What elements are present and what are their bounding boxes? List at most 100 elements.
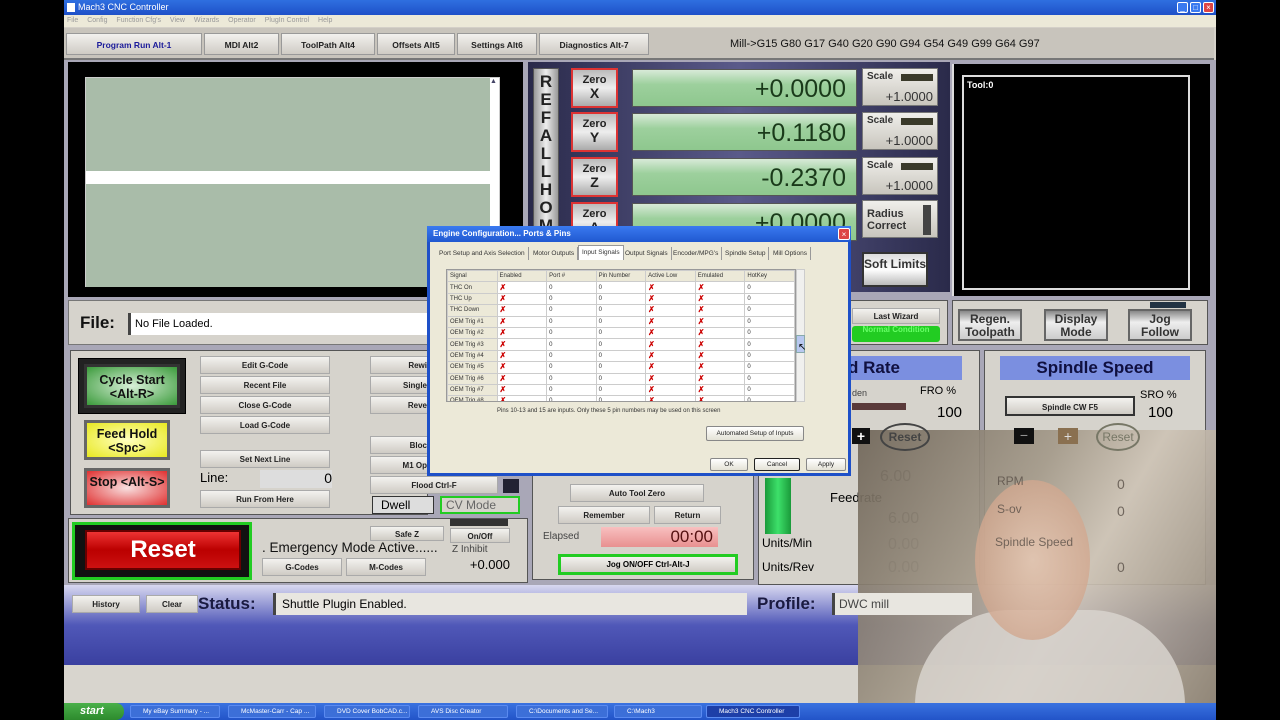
active-low-cell[interactable]: ✗ <box>645 395 696 401</box>
sro-value[interactable]: 100 <box>1148 404 1173 421</box>
emulated-cell[interactable]: ✗ <box>694 292 746 306</box>
table-row[interactable]: OEM Trig #1 ✗ 0 0 ✗ ✗ 0 <box>447 315 795 328</box>
zero-y-button[interactable]: Zero Y <box>571 112 618 152</box>
hotkey-cell[interactable]: 0 <box>744 349 795 363</box>
active-low-cell[interactable]: ✗ <box>645 349 696 363</box>
menu-plugin-control[interactable]: PlugIn Control <box>265 17 309 24</box>
regen-toolpath-button[interactable]: Regen. Toolpath <box>958 309 1022 341</box>
taskbar-item[interactable]: AVS Disc Creator <box>418 705 508 718</box>
dro-z[interactable]: -0.2370 <box>632 158 857 196</box>
active-low-cell[interactable]: ✗ <box>645 281 696 294</box>
cycle-start-button[interactable]: Cycle Start <Alt-R> <box>84 364 180 408</box>
hotkey-cell[interactable]: 0 <box>744 372 795 385</box>
scale-value[interactable]: +1.0000 <box>886 133 933 148</box>
zero-z-button[interactable]: Zero Z <box>571 157 618 197</box>
apply-button[interactable]: Apply <box>806 458 846 471</box>
cancel-button[interactable]: Cancel <box>754 458 800 471</box>
active-low-cell[interactable]: ✗ <box>645 372 696 385</box>
scale-value[interactable]: +1.0000 <box>886 89 933 104</box>
history-button[interactable]: History <box>72 595 140 613</box>
tab-encoder-mpgs[interactable]: Encoder/MPG's <box>670 247 723 260</box>
dialog-close-icon[interactable]: × <box>838 228 850 240</box>
port-cell[interactable]: 0 <box>546 292 597 306</box>
column-header[interactable]: Pin Number <box>595 270 647 283</box>
signal-cell[interactable]: OEM Trig #6 <box>447 372 498 385</box>
enabled-cell[interactable]: ✗ <box>496 292 548 306</box>
line-number-field[interactable]: 0 <box>260 470 332 488</box>
active-low-cell[interactable]: ✗ <box>645 383 696 397</box>
hotkey-cell[interactable]: 0 <box>744 281 795 294</box>
pin-cell[interactable]: 0 <box>595 338 647 351</box>
active-low-cell[interactable]: ✗ <box>645 315 696 328</box>
table-row[interactable]: THC Down ✗ 0 0 ✗ ✗ 0 <box>447 304 795 317</box>
start-button[interactable]: start <box>64 703 124 720</box>
menu-wizards[interactable]: Wizards <box>194 17 219 24</box>
automated-setup-button[interactable]: Automated Setup of Inputs <box>706 426 804 441</box>
sro-reset-button[interactable]: Reset <box>1096 423 1140 451</box>
active-low-cell[interactable]: ✗ <box>645 304 696 317</box>
last-wizard-button[interactable]: Last Wizard <box>852 308 940 324</box>
column-header[interactable]: Signal <box>447 270 498 283</box>
load-gcode-button[interactable]: Load G-Code <box>200 416 330 434</box>
hotkey-cell[interactable]: 0 <box>744 383 795 397</box>
signal-cell[interactable]: OEM Trig #4 <box>447 349 498 363</box>
port-cell[interactable]: 0 <box>546 315 597 328</box>
enabled-cell[interactable]: ✗ <box>496 395 548 401</box>
hotkey-cell[interactable]: 0 <box>744 361 795 374</box>
table-row[interactable]: THC Up ✗ 0 0 ✗ ✗ 0 <box>447 292 795 306</box>
pin-cell[interactable]: 0 <box>595 326 647 340</box>
emulated-cell[interactable]: ✗ <box>694 304 746 317</box>
pin-cell[interactable]: 0 <box>595 304 647 317</box>
display-mode-button[interactable]: Display Mode <box>1044 309 1108 341</box>
hotkey-cell[interactable]: 0 <box>744 292 795 306</box>
block-delete-button[interactable]: Bloc <box>370 436 430 454</box>
tab-diagnostics[interactable]: Diagnostics Alt-7 <box>539 33 649 55</box>
sro-minus-icon[interactable]: − <box>1014 428 1034 444</box>
pin-cell[interactable]: 0 <box>595 292 647 306</box>
set-next-line-button[interactable]: Set Next Line <box>200 450 330 468</box>
column-header[interactable]: HotKey <box>744 270 795 283</box>
port-cell[interactable]: 0 <box>546 361 597 374</box>
tab-mdi[interactable]: MDI Alt2 <box>204 33 279 55</box>
table-row[interactable]: THC On ✗ 0 0 ✗ ✗ 0 <box>447 281 795 294</box>
signal-cell[interactable]: OEM Trig #7 <box>447 383 498 397</box>
stop-button[interactable]: Stop <Alt-S> <box>84 468 170 508</box>
hotkey-cell[interactable]: 0 <box>744 315 795 328</box>
enabled-cell[interactable]: ✗ <box>496 338 548 351</box>
feed-hold-button[interactable]: Feed Hold <Spc> <box>84 420 170 460</box>
z-inhibit-toggle[interactable]: On/Off <box>450 528 510 543</box>
recent-file-button[interactable]: Recent File <box>200 376 330 394</box>
ok-button[interactable]: OK <box>710 458 748 471</box>
taskbar-item[interactable]: C:\Mach3 <box>614 705 702 718</box>
jog-toggle-button[interactable]: Jog ON/OFF Ctrl-Alt-J <box>558 554 738 575</box>
close-gcode-button[interactable]: Close G-Code <box>200 396 330 414</box>
tab-spindle-setup[interactable]: Spindle Setup <box>722 247 770 260</box>
emulated-cell[interactable]: ✗ <box>694 372 746 385</box>
tab-toolpath[interactable]: ToolPath Alt4 <box>281 33 375 55</box>
fro-reset-button[interactable]: Reset <box>880 423 930 451</box>
radius-correct-button[interactable]: Radius Correct <box>862 200 938 238</box>
single-block-button[interactable]: Single <box>370 376 430 394</box>
dro-x[interactable]: +0.0000 <box>632 69 857 107</box>
table-row[interactable]: OEM Trig #7 ✗ 0 0 ✗ ✗ 0 <box>447 383 795 397</box>
tab-mill-options[interactable]: Mill Options <box>770 247 811 260</box>
tab-program-run[interactable]: Program Run Alt-1 <box>66 33 202 55</box>
port-cell[interactable]: 0 <box>546 395 597 401</box>
soft-limits-button[interactable]: Soft Limits <box>862 252 928 287</box>
enabled-cell[interactable]: ✗ <box>496 315 548 328</box>
menu-function-cfgs[interactable]: Function Cfg's <box>116 17 161 24</box>
toolpath-display[interactable]: Tool:0 <box>962 75 1190 290</box>
reverse-run-button[interactable]: Reve <box>370 396 430 414</box>
remember-button[interactable]: Remember <box>558 506 650 524</box>
pin-cell[interactable]: 0 <box>595 281 647 294</box>
menu-view[interactable]: View <box>170 17 185 24</box>
dro-y[interactable]: +0.1180 <box>632 113 857 151</box>
column-header[interactable]: Enabled <box>496 270 548 283</box>
emulated-cell[interactable]: ✗ <box>694 315 746 328</box>
close-button[interactable]: × <box>1203 2 1214 13</box>
taskbar-item[interactable]: McMaster-Carr - Cap ... <box>228 705 316 718</box>
signal-cell[interactable]: OEM Trig #1 <box>447 315 498 328</box>
active-low-cell[interactable]: ✗ <box>645 361 696 374</box>
column-header[interactable]: Active Low <box>645 270 696 283</box>
port-cell[interactable]: 0 <box>546 383 597 397</box>
